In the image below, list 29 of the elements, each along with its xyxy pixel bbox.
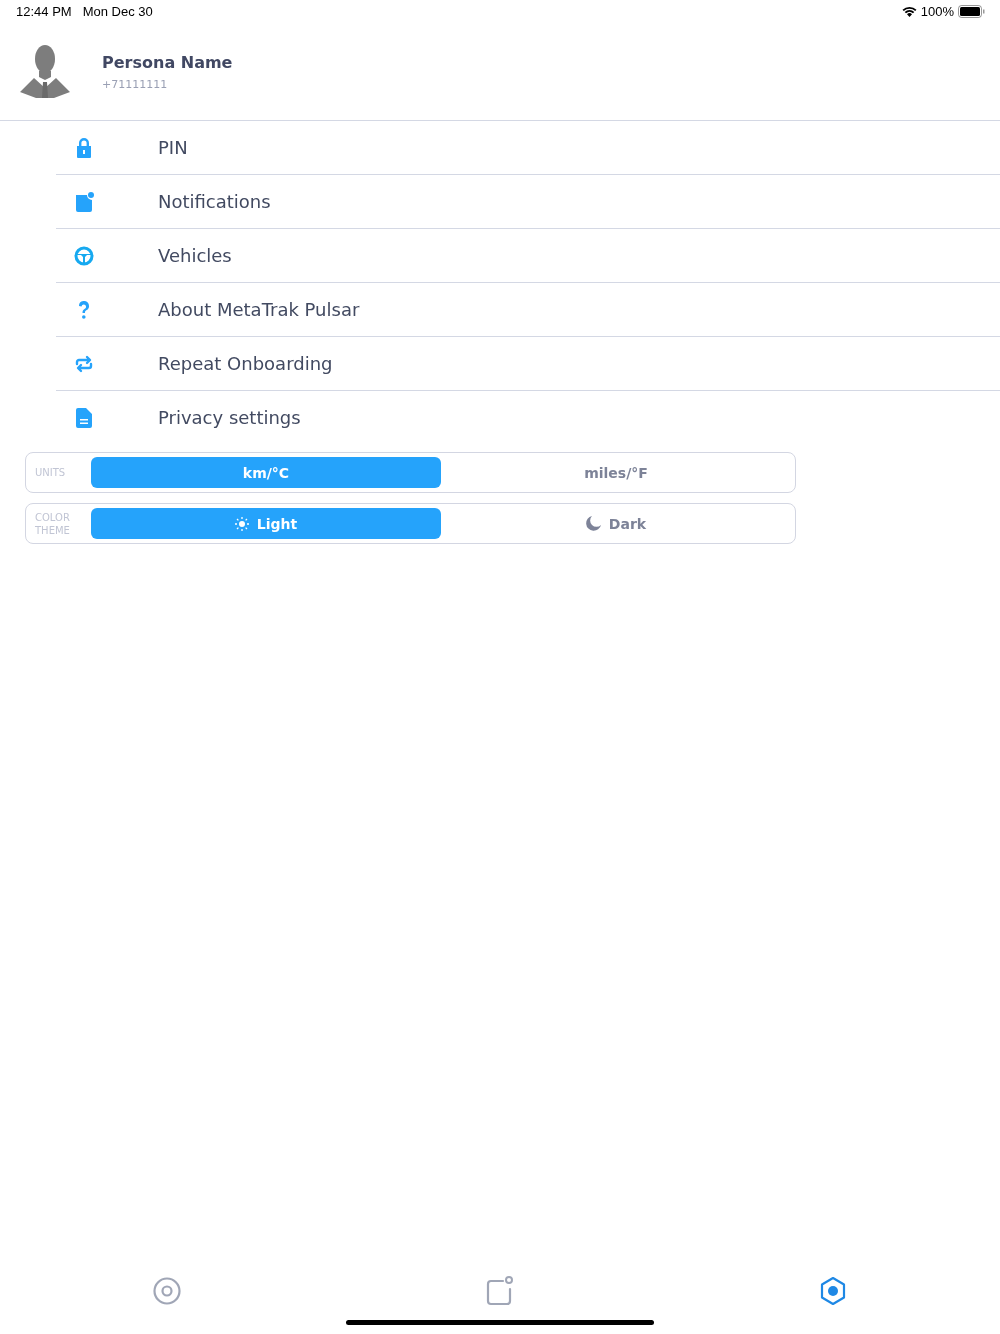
wifi-icon xyxy=(901,6,917,17)
document-icon xyxy=(76,407,92,428)
segment-option[interactable]: miles/°F xyxy=(441,457,791,488)
widget-icon xyxy=(486,1276,514,1306)
question-icon xyxy=(77,299,91,320)
hexagon-icon xyxy=(819,1276,848,1306)
moon-icon xyxy=(585,516,601,531)
avatar-silhouette xyxy=(20,43,70,100)
menu-item[interactable]: About MetaTrak Pulsar xyxy=(158,299,360,320)
menu-item[interactable]: Vehicles xyxy=(158,245,232,266)
repeat-icon xyxy=(74,354,94,373)
battery-icon xyxy=(958,5,985,18)
menu-item[interactable]: Notifications xyxy=(158,191,271,212)
segment-option[interactable]: Dark xyxy=(441,508,791,539)
menu-item[interactable]: Repeat Onboarding xyxy=(158,353,333,374)
notification-icon xyxy=(74,191,94,212)
setting-label: COLOR THEME xyxy=(34,510,71,537)
menu-item[interactable]: PIN xyxy=(158,137,188,158)
target-icon xyxy=(152,1277,181,1305)
sun-icon xyxy=(234,516,249,531)
lock-icon xyxy=(76,137,92,158)
menu-item[interactable]: Privacy settings xyxy=(158,407,301,428)
steering-wheel-icon xyxy=(74,245,94,266)
profile-name: Persona Name xyxy=(102,52,233,72)
profile-phone: +71111111 xyxy=(102,77,169,91)
setting-label: UNITS xyxy=(34,466,67,479)
battery-percentage: 100% xyxy=(920,4,954,19)
status-date: Mon Dec 30 xyxy=(82,4,153,19)
status-time: 12:44 PM xyxy=(16,4,72,19)
